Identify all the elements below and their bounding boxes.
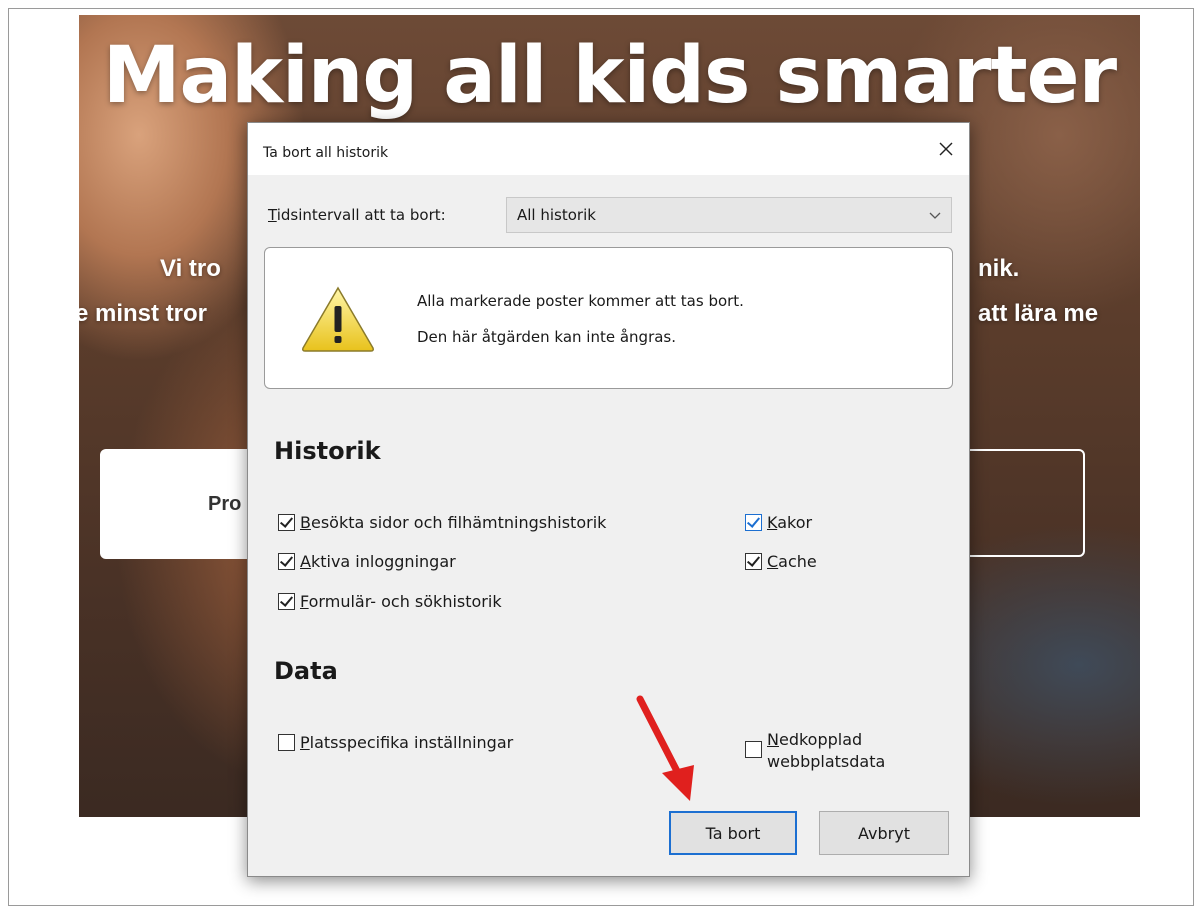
hero-text-line2-left: e minst tror (79, 300, 208, 327)
checkbox-icon (745, 741, 762, 758)
warning-box: Alla markerade poster kommer att tas bor… (264, 247, 953, 389)
warning-text-line1: Alla markerade poster kommer att tas bor… (417, 292, 744, 310)
interval-label: Tidsintervall att ta bort: (268, 206, 446, 224)
hero-text-line1-right: nik. (978, 255, 1020, 282)
checkbox-icon (278, 514, 295, 531)
hero-text-line2-right: att lära me (978, 300, 1099, 327)
hero-button-left-label: Pro (208, 493, 242, 515)
dialog-titlebar: Ta bort all historik (248, 123, 969, 175)
checkbox-icon (278, 553, 295, 570)
warning-icon (302, 286, 374, 352)
warning-text-line2: Den här åtgärden kan inte ångras. (417, 328, 677, 346)
checkbox-site-settings[interactable]: Platsspecifika inställningar (278, 733, 513, 752)
close-button[interactable] (929, 133, 963, 165)
hero-button-right[interactable] (959, 449, 1085, 557)
checkbox-icon (278, 593, 295, 610)
hero-text-line1-left: Vi tro (160, 255, 221, 282)
history-heading: Historik (274, 437, 381, 465)
chevron-down-icon (929, 212, 941, 219)
checkbox-visited-pages[interactable]: Besökta sidor och filhämtningshistorik (278, 513, 606, 532)
interval-select-value: All historik (517, 206, 596, 224)
checkbox-form-search-history[interactable]: Formulär- och sökhistorik (278, 592, 502, 611)
checkbox-icon (278, 734, 295, 751)
data-heading: Data (274, 657, 338, 685)
checkbox-active-logins[interactable]: Aktiva inloggningar (278, 552, 456, 571)
checkbox-cookies[interactable]: Kakor (745, 513, 812, 532)
checkbox-cache[interactable]: Cache (745, 552, 817, 571)
hero-headline: Making all kids smarter (102, 31, 1117, 121)
delete-button[interactable]: Ta bort (669, 811, 797, 855)
interval-select[interactable]: All historik (506, 197, 952, 233)
checkbox-offline-website-data[interactable]: Nedkopplad webbplatsdata (745, 729, 885, 773)
close-icon (939, 142, 953, 156)
cancel-button[interactable]: Avbryt (819, 811, 949, 855)
dialog-title: Ta bort all historik (263, 145, 389, 161)
clear-history-dialog: Ta bort all historik Tidsintervall att t… (247, 122, 970, 877)
red-arrow-annotation (636, 695, 694, 801)
checkbox-icon (745, 514, 762, 531)
checkbox-icon (745, 553, 762, 570)
